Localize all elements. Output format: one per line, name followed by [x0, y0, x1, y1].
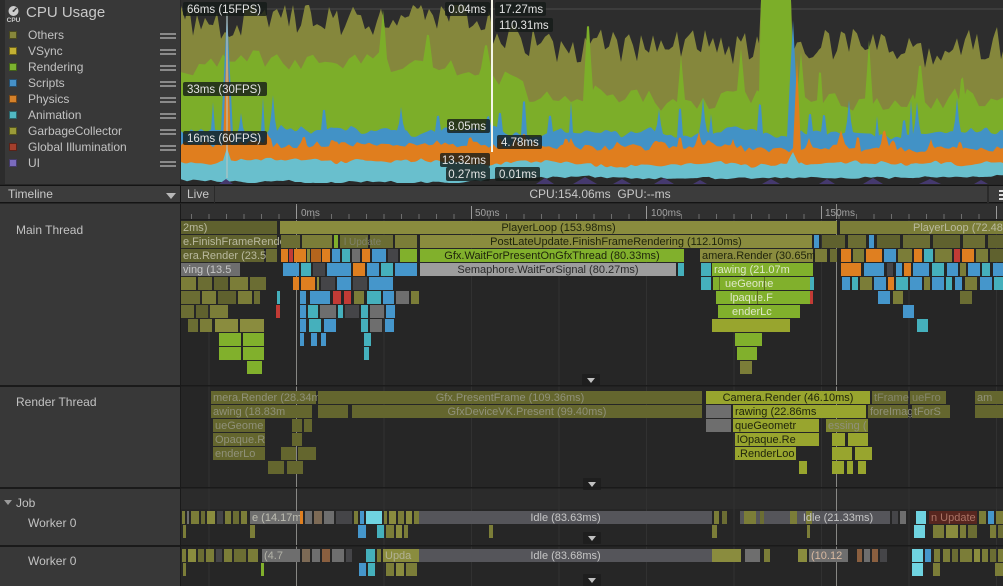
svg-text:lpaque.F: lpaque.F	[730, 292, 773, 304]
svg-text:enderLc: enderLc	[732, 306, 772, 318]
svg-text:essing (: essing (	[828, 420, 867, 432]
svg-text:Idle (83.68ms): Idle (83.68ms)	[530, 550, 600, 562]
svg-text:0ms: 0ms	[301, 208, 320, 219]
svg-text:rawing (22.86ms: rawing (22.86ms	[735, 406, 817, 418]
svg-text:amera.Render (30.65m: amera.Render (30.65m	[702, 250, 816, 262]
svg-text:.RenderLoo: .RenderLoo	[737, 448, 795, 460]
svg-text:(4.7: (4.7	[264, 550, 283, 562]
svg-text:100ms: 100ms	[651, 208, 681, 219]
svg-text:(10.12: (10.12	[811, 550, 842, 562]
svg-text:150ms: 150ms	[825, 208, 855, 219]
svg-text:tFrame: tFrame	[874, 392, 909, 404]
svg-text:rawing (21.07m: rawing (21.07m	[714, 264, 790, 276]
svg-text:Camera.Render (46.10ms): Camera.Render (46.10ms)	[723, 392, 854, 404]
svg-text:e (14.17m: e (14.17m	[252, 512, 302, 524]
svg-text:13.32ms: 13.32ms	[442, 155, 486, 167]
svg-text:PlayerLoop (153.98ms): PlayerLoop (153.98ms)	[501, 222, 615, 234]
svg-text:tForS: tForS	[914, 406, 941, 418]
svg-text:ving (13.5: ving (13.5	[183, 264, 231, 276]
svg-text:2ms): 2ms)	[183, 222, 207, 234]
svg-text:0.04ms: 0.04ms	[448, 4, 486, 16]
svg-text:ueFro: ueFro	[912, 392, 941, 404]
svg-text:0.27ms: 0.27ms	[448, 169, 486, 181]
svg-text:17.27ms: 17.27ms	[499, 4, 543, 16]
svg-text:l Update: l Update	[344, 237, 382, 248]
svg-text:16ms (60FPS): 16ms (60FPS)	[187, 133, 261, 145]
svg-text:queGeometr: queGeometr	[735, 420, 796, 432]
svg-text:66ms (15FPS): 66ms (15FPS)	[187, 4, 261, 16]
svg-text:Opaque.R: Opaque.R	[215, 434, 265, 446]
svg-text:enderLo: enderLo	[215, 448, 255, 460]
svg-text:0.01ms: 0.01ms	[499, 169, 537, 181]
svg-text:mera.Render (28.34m: mera.Render (28.34m	[213, 392, 321, 404]
svg-text:PostLateUpdate.FinishFrameRend: PostLateUpdate.FinishFrameRendering (112…	[490, 236, 742, 248]
svg-text:110.31ms: 110.31ms	[499, 20, 549, 32]
svg-text:Idle (83.63ms): Idle (83.63ms)	[530, 512, 600, 524]
svg-text:Gfx.WaitForPresentOnGfxThread: Gfx.WaitForPresentOnGfxThread (80.33ms)	[444, 250, 659, 262]
svg-text:awing (18.83m: awing (18.83m	[213, 406, 285, 418]
svg-text:lOpaque.Re: lOpaque.Re	[737, 434, 796, 446]
svg-text:Gfx.PresentFrame (109.36ms): Gfx.PresentFrame (109.36ms)	[436, 392, 585, 404]
svg-text:4.78ms: 4.78ms	[501, 137, 539, 149]
svg-text:PlayerLoop (72.48: PlayerLoop (72.48	[913, 222, 1003, 234]
svg-text:foreImag: foreImag	[870, 406, 913, 418]
svg-text:ueGeome: ueGeome	[725, 278, 773, 290]
svg-text:50ms: 50ms	[475, 208, 499, 219]
svg-text:n Update: n Update	[931, 512, 976, 524]
svg-text:33ms (30FPS): 33ms (30FPS)	[187, 84, 261, 96]
svg-text:ueGeome: ueGeome	[215, 420, 263, 432]
svg-text:e.FinishFrameRende: e.FinishFrameRende	[183, 236, 286, 248]
svg-text:Idle (21.33ms): Idle (21.33ms)	[803, 512, 873, 524]
svg-text:GfxDeviceVK.Present (99.40ms): GfxDeviceVK.Present (99.40ms)	[448, 406, 607, 418]
svg-text:Semaphore.WaitForSignal (80.27: Semaphore.WaitForSignal (80.27ms)	[457, 264, 638, 276]
svg-text:8.05ms: 8.05ms	[448, 121, 486, 133]
svg-text:Upda: Upda	[385, 550, 412, 562]
svg-text:CPU: CPU	[7, 17, 21, 23]
svg-text:am: am	[977, 392, 992, 404]
svg-text:era.Render (23.5: era.Render (23.5	[183, 250, 266, 262]
